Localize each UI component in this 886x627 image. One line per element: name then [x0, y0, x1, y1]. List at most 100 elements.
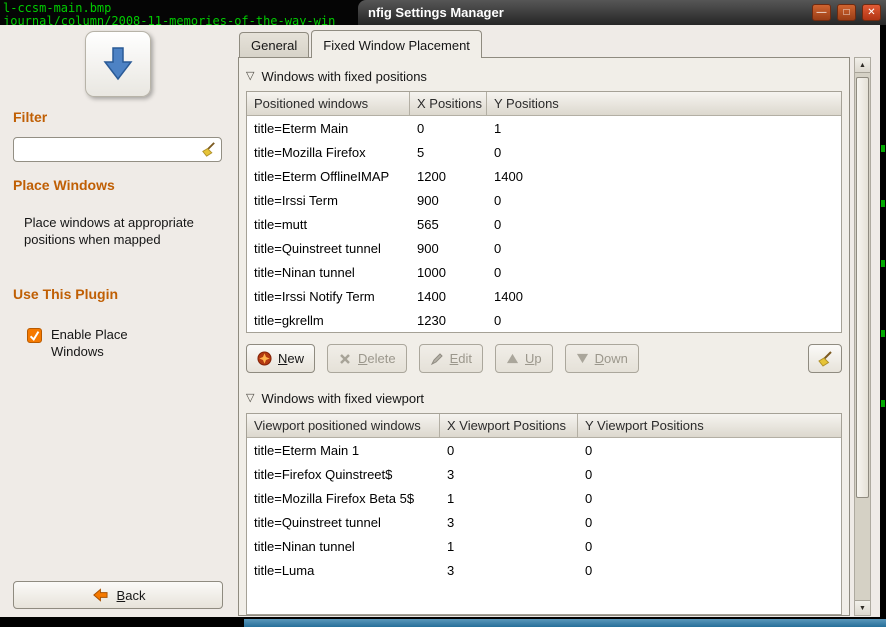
table-row[interactable]: title=Luma 3 0: [247, 558, 841, 582]
terminal-glyph-fragment: [881, 330, 885, 337]
ccsm-window: Filter Place Windows Place windows at ap…: [0, 25, 880, 617]
cell-y-viewport: 0: [578, 558, 841, 582]
enable-plugin-row: Enable Place Windows: [27, 326, 153, 360]
table-row[interactable]: title=Irssi Notify Term 1400 1400: [247, 284, 841, 308]
edit-button[interactable]: Edit: [419, 344, 483, 373]
cell-y-viewport: 0: [578, 534, 841, 558]
cell-window-title: title=Firefox Quinstreet$: [247, 462, 440, 486]
expander-label: Windows with fixed viewport: [261, 391, 424, 406]
sidebar: Filter Place Windows Place windows at ap…: [0, 25, 237, 617]
down-arrow-icon: [576, 352, 589, 365]
cell-window-title: title=Eterm Main 1: [247, 438, 440, 462]
clear-broom-icon[interactable]: [200, 141, 217, 158]
table-row[interactable]: title=Mozilla Firefox Beta 5$ 1 0: [247, 486, 841, 510]
minimize-button[interactable]: —: [812, 4, 831, 21]
down-button-label: Down: [595, 351, 628, 366]
scroll-down-button[interactable]: ▼: [855, 600, 870, 615]
delete-button[interactable]: Delete: [327, 344, 407, 373]
expander-fixed-positions[interactable]: ▽ Windows with fixed positions: [246, 65, 842, 87]
cell-x-viewport: 3: [440, 462, 578, 486]
checkmark-icon: [29, 330, 40, 341]
filter-field-wrap: [13, 137, 222, 162]
cell-window-title: title=Quinstreet tunnel: [247, 236, 410, 260]
table-row[interactable]: title=Quinstreet tunnel 3 0: [247, 510, 841, 534]
close-button[interactable]: ✕: [862, 4, 881, 21]
column-header-y-positions[interactable]: Y Positions: [487, 92, 841, 116]
new-button[interactable]: New: [246, 344, 315, 373]
edit-pencil-icon: [430, 352, 444, 366]
cell-y-viewport: 0: [578, 462, 841, 486]
cell-x-position: 1000: [410, 260, 487, 284]
expander-label: Windows with fixed positions: [261, 69, 426, 84]
blue-down-arrow-icon: [99, 45, 137, 83]
column-header-y-viewport[interactable]: Y Viewport Positions: [578, 414, 841, 438]
up-button[interactable]: Up: [495, 344, 553, 373]
cell-x-position: 1200: [410, 164, 487, 188]
clear-list-button[interactable]: [808, 344, 842, 373]
cell-x-position: 5: [410, 140, 487, 164]
terminal-text-line: l-ccsm-main.bmp: [3, 1, 111, 15]
vertical-scrollbar[interactable]: ▲ ▼: [854, 57, 871, 616]
cell-y-position: 0: [487, 236, 841, 260]
use-plugin-heading: Use This Plugin: [13, 286, 118, 302]
back-arrow-icon: [91, 588, 108, 602]
desktop-screen: l-ccsm-main.bmp journal/column/2008-11-m…: [0, 0, 886, 627]
cell-window-title: title=Eterm Main: [247, 116, 410, 140]
cell-x-viewport: 3: [440, 510, 578, 534]
terminal-edge-strip: [880, 25, 886, 617]
edit-button-label: Edit: [450, 351, 472, 366]
table-row[interactable]: title=Mozilla Firefox 5 0: [247, 140, 841, 164]
table-header-row: Viewport positioned windows X Viewport P…: [247, 414, 841, 438]
expander-open-icon: ▽: [246, 393, 254, 404]
place-windows-plugin-icon: [85, 31, 151, 97]
table-row[interactable]: title=Eterm OfflineIMAP 1200 1400: [247, 164, 841, 188]
tab-general[interactable]: General: [239, 32, 309, 57]
maximize-button[interactable]: □: [837, 4, 856, 21]
table-row[interactable]: title=Ninan tunnel 1 0: [247, 534, 841, 558]
terminal-glyph-fragment: [881, 145, 885, 152]
scrollbar-thumb[interactable]: [856, 77, 869, 498]
table-row[interactable]: title=Eterm Main 0 1: [247, 116, 841, 140]
new-button-label: New: [278, 351, 304, 366]
terminal-glyph-fragment: [881, 400, 885, 407]
column-header-x-viewport[interactable]: X Viewport Positions: [440, 414, 578, 438]
cell-window-title: title=Quinstreet tunnel: [247, 510, 440, 534]
cell-window-title: title=Mozilla Firefox: [247, 140, 410, 164]
column-header-positioned-windows[interactable]: Positioned windows: [247, 92, 410, 116]
window-titlebar[interactable]: nfig Settings Manager — □ ✕: [358, 0, 886, 25]
cell-y-viewport: 0: [578, 486, 841, 510]
table-row[interactable]: title=Quinstreet tunnel 900 0: [247, 236, 841, 260]
filter-input[interactable]: [20, 142, 200, 157]
table-row[interactable]: title=mutt 565 0: [247, 212, 841, 236]
cell-x-viewport: 1: [440, 534, 578, 558]
cell-y-viewport: 0: [578, 438, 841, 462]
scroll-up-button[interactable]: ▲: [855, 58, 870, 73]
cell-y-position: 0: [487, 260, 841, 284]
enable-plugin-checkbox[interactable]: [27, 328, 42, 343]
expander-fixed-viewport[interactable]: ▽ Windows with fixed viewport: [246, 387, 842, 409]
table-row[interactable]: title=Ninan tunnel 1000 0: [247, 260, 841, 284]
tab-fixed-window-placement[interactable]: Fixed Window Placement: [311, 30, 482, 58]
cell-window-title: title=Irssi Notify Term: [247, 284, 410, 308]
column-header-x-positions[interactable]: X Positions: [410, 92, 487, 116]
delete-icon: [338, 352, 352, 366]
expander-open-icon: ▽: [246, 71, 254, 82]
taskbar-strip: [244, 619, 886, 627]
window-title: nfig Settings Manager: [368, 5, 812, 20]
fixed-positions-table: Positioned windows X Positions Y Positio…: [246, 91, 842, 333]
table-row[interactable]: title=Eterm Main 1 0 0: [247, 438, 841, 462]
up-arrow-icon: [506, 352, 519, 365]
fixed-viewport-table: Viewport positioned windows X Viewport P…: [246, 413, 842, 615]
cell-x-position: 0: [410, 116, 487, 140]
table-row[interactable]: title=Firefox Quinstreet$ 3 0: [247, 462, 841, 486]
back-button[interactable]: Back: [13, 581, 223, 609]
cell-x-viewport: 1: [440, 486, 578, 510]
table-row[interactable]: title=gkrellm 1230 0: [247, 308, 841, 332]
cell-x-viewport: 3: [440, 558, 578, 582]
table-row[interactable]: title=Irssi Term 900 0: [247, 188, 841, 212]
column-header-viewport-windows[interactable]: Viewport positioned windows: [247, 414, 440, 438]
down-button[interactable]: Down: [565, 344, 639, 373]
cell-y-position: 1400: [487, 164, 841, 188]
cell-x-position: 565: [410, 212, 487, 236]
plugin-description: Place windows at appropriate positions w…: [24, 214, 214, 248]
